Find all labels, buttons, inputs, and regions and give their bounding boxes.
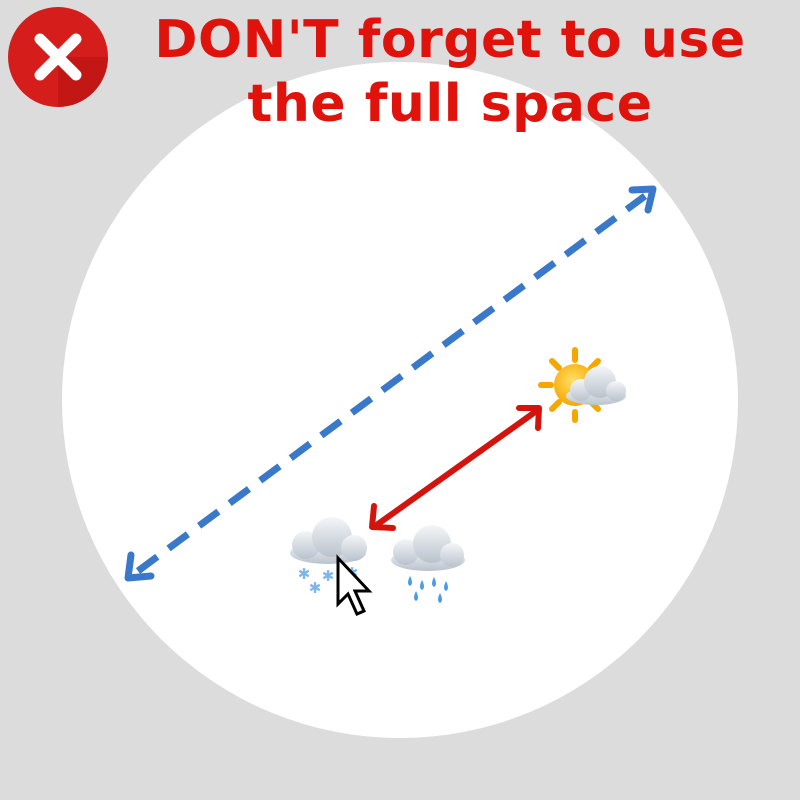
white-circle-area — [62, 62, 738, 738]
headline: DON'T forget to use the full space — [130, 8, 770, 136]
svg-text:✱: ✱ — [309, 579, 322, 597]
headline-line-1: DON'T forget to use — [154, 10, 746, 70]
svg-text:✱: ✱ — [322, 567, 335, 585]
x-circle-icon — [8, 7, 108, 107]
headline-line-2: the full space — [247, 74, 653, 134]
